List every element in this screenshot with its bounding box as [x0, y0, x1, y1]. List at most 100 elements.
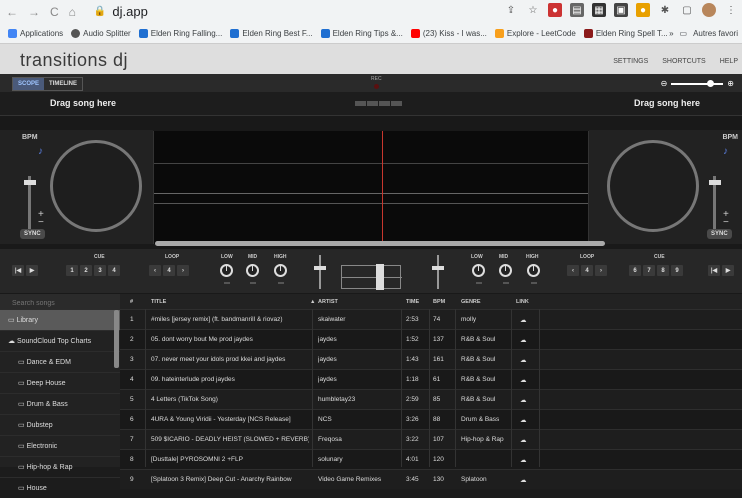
table-row[interactable]: 5 4 Letters (TikTok Song) humbletay23 2:59 8… [120, 389, 742, 409]
zoom-slider[interactable] [671, 79, 724, 87]
bookmark-item[interactable]: (23) Kiss - I was... [410, 28, 487, 38]
pitch-slider-handle[interactable] [709, 180, 721, 185]
column-header-number[interactable]: # [130, 299, 133, 305]
cue-button[interactable]: 4 [108, 265, 120, 276]
zoom-slider-handle[interactable] [707, 79, 715, 87]
column-header-time[interactable]: TIME [406, 299, 419, 305]
eq-low-knob[interactable] [472, 264, 485, 277]
record-button[interactable]: REC [371, 76, 382, 89]
table-row[interactable]: 9 [Splatoon 3 Remix] Deep Cut - Anarchy R… [120, 469, 742, 489]
zoom-in-icon[interactable]: ⊕ [727, 79, 734, 88]
soundcloud-link-icon[interactable]: ☁ [520, 376, 527, 384]
cue-button[interactable]: 6 [629, 265, 641, 276]
back-icon[interactable]: ← [6, 5, 18, 19]
sidebar-item-genre[interactable]: ▭ House [0, 477, 120, 498]
column-header-bpm[interactable]: BPM [433, 299, 445, 305]
cue-button[interactable]: 3 [94, 265, 106, 276]
volume-fader-handle[interactable] [314, 266, 326, 270]
volume-fader-handle[interactable] [432, 266, 444, 270]
other-bookmarks[interactable]: Autres favori [693, 29, 738, 38]
column-header-genre[interactable]: GENRE [461, 299, 481, 305]
play-icon[interactable]: ▶ [722, 265, 734, 276]
soundcloud-link-icon[interactable]: ☁ [520, 476, 527, 484]
settings-link[interactable]: SETTINGS [613, 58, 648, 65]
pitch-minus-button[interactable]: − [723, 218, 729, 228]
table-row[interactable]: 7 509 $ICARIO - DEADLY HEIST (SLOWED + RE… [120, 429, 742, 449]
jog-wheel[interactable] [607, 140, 699, 232]
soundcloud-link-icon[interactable]: ☁ [520, 456, 527, 464]
star-icon[interactable]: ☆ [526, 3, 540, 17]
url-field[interactable]: dj.app [112, 4, 147, 19]
sidebar-item-soundcloud[interactable]: ☁ SoundCloud Top Charts [0, 330, 120, 351]
tab-timeline[interactable]: TIMELINE [44, 78, 83, 90]
sidebar-item-genre[interactable]: ▭ Electronic [0, 435, 120, 456]
bookmark-item[interactable]: Applications [8, 28, 63, 38]
soundcloud-link-icon[interactable]: ☁ [520, 436, 527, 444]
volume-fader-right[interactable] [437, 255, 439, 289]
eq-mid-knob[interactable] [246, 264, 259, 277]
sidebar-icon[interactable]: ▢ [680, 3, 694, 17]
shortcuts-link[interactable]: SHORTCUTS [662, 58, 705, 65]
forward-icon[interactable]: → [28, 5, 40, 19]
loop-prev-button[interactable]: ‹ [567, 265, 579, 276]
crossfader[interactable] [341, 264, 402, 290]
table-row[interactable]: 6 4URA & Young Viridii - Yesterday [NCS R… [120, 409, 742, 429]
home-icon[interactable]: ⌂ [69, 5, 76, 19]
drop-zone-right[interactable]: Drag song here [634, 98, 700, 108]
table-row[interactable]: 2 05. dont worry bout Me prod jaydes jayde… [120, 329, 742, 349]
cue-button[interactable]: 1 [66, 265, 78, 276]
tab-scope[interactable]: SCOPE [13, 78, 45, 90]
cue-button[interactable]: 7 [643, 265, 655, 276]
sidebar-item-genre[interactable]: ▭ Dance & EDM [0, 351, 120, 372]
sync-button[interactable]: SYNC [20, 229, 45, 239]
puzzle-icon[interactable]: ✱ [658, 3, 672, 17]
crossfader-handle[interactable] [376, 264, 384, 290]
extension-icon[interactable]: ● [548, 3, 562, 17]
avatar[interactable] [702, 3, 716, 17]
soundcloud-link-icon[interactable]: ☁ [520, 336, 527, 344]
sidebar-item-genre[interactable]: ▭ Deep House [0, 372, 120, 393]
loop-prev-button[interactable]: ‹ [149, 265, 161, 276]
soundcloud-link-icon[interactable]: ☁ [520, 416, 527, 424]
sidebar-item-genre[interactable]: ▭ Drum & Bass [0, 393, 120, 414]
sidebar-scrollbar[interactable] [114, 310, 119, 368]
waveform-scrollbar[interactable] [155, 241, 605, 246]
eq-high-knob[interactable] [274, 264, 287, 277]
play-icon[interactable]: ▶ [26, 265, 38, 276]
sidebar-item-genre[interactable]: ▭ Dubstep [0, 414, 120, 435]
eq-high-knob[interactable] [527, 264, 540, 277]
kebab-menu-icon[interactable]: ⋮ [724, 3, 738, 17]
bookmark-item[interactable]: Elden Ring Spell T... [583, 28, 668, 38]
extension-icon[interactable]: ● [636, 3, 650, 17]
table-row[interactable]: 8 [Dusttale] PYROSOMNI 2 +FLP solunary 4:01… [120, 449, 742, 469]
help-link[interactable]: HELP [720, 58, 738, 65]
waveform-view[interactable] [153, 131, 589, 244]
table-row[interactable]: 1 #miles [jersey remix] (ft. bandmanrill … [120, 309, 742, 329]
soundcloud-link-icon[interactable]: ☁ [520, 396, 527, 404]
cue-button[interactable]: 8 [657, 265, 669, 276]
zoom-out-icon[interactable]: ⊖ [661, 79, 668, 88]
soundcloud-link-icon[interactable]: ☁ [520, 316, 527, 324]
jog-wheel[interactable] [50, 140, 142, 232]
volume-fader-left[interactable] [319, 255, 321, 289]
sync-button[interactable]: SYNC [707, 229, 732, 239]
column-header-title[interactable]: TITLE [151, 299, 166, 305]
table-row[interactable]: 4 09. hateinterlude prod jaydes jaydes 1:18… [120, 369, 742, 389]
more-bookmarks-button[interactable]: » [669, 29, 673, 38]
bookmark-item[interactable]: Elden Ring Best F... [230, 28, 313, 38]
extension-icon[interactable]: ▣ [614, 3, 628, 17]
extension-icon[interactable]: ▦ [592, 3, 606, 17]
eq-mid-knob[interactable] [499, 264, 512, 277]
cue-button[interactable]: 2 [80, 265, 92, 276]
bookmark-item[interactable]: Elden Ring Falling... [138, 28, 222, 38]
soundcloud-link-icon[interactable]: ☁ [520, 356, 527, 364]
column-header-link[interactable]: LINK [516, 299, 529, 305]
bookmark-item[interactable]: Audio Splitter [71, 28, 131, 38]
pitch-minus-button[interactable]: − [38, 218, 44, 228]
drop-zone-left[interactable]: Drag song here [50, 98, 116, 108]
pitch-slider-handle[interactable] [24, 180, 36, 185]
loop-next-button[interactable]: › [177, 265, 189, 276]
reload-icon[interactable]: C [50, 5, 59, 19]
sidebar-item-library[interactable]: ▭ Library [0, 309, 120, 330]
eq-low-knob[interactable] [220, 264, 233, 277]
